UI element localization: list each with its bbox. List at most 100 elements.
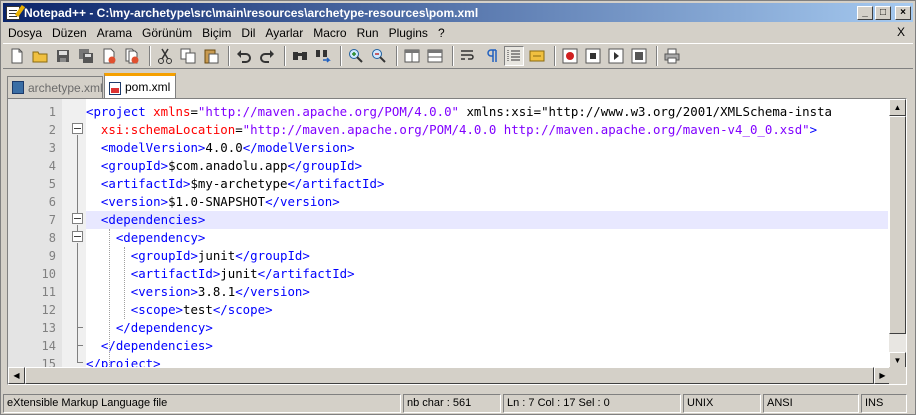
zoom-out-button[interactable] xyxy=(369,46,389,66)
code-line[interactable]: <dependency> xyxy=(86,229,888,247)
menu-dosya[interactable]: Dosya xyxy=(3,26,47,40)
print-button[interactable] xyxy=(662,46,682,66)
status-encoding: ANSI xyxy=(763,394,859,413)
sync-horizontal-button[interactable] xyxy=(425,46,445,66)
fold-toggle-dependencies[interactable] xyxy=(72,213,83,224)
find-icon xyxy=(293,52,307,60)
user-language-button[interactable] xyxy=(527,46,547,66)
indent-guide xyxy=(109,229,110,369)
new-file-button[interactable] xyxy=(7,46,27,66)
fold-toggle-project[interactable] xyxy=(72,123,83,134)
sync-vertical-button[interactable] xyxy=(402,46,422,66)
code-line[interactable]: xsi:schemaLocation="http://maven.apache.… xyxy=(86,121,888,139)
menu-bicim[interactable]: Biçim xyxy=(197,26,236,40)
find-button[interactable] xyxy=(290,46,310,66)
notepad-app-icon[interactable] xyxy=(6,5,20,20)
menu-macro[interactable]: Macro xyxy=(308,26,351,40)
line-number: 3 xyxy=(48,141,56,155)
close-file-button[interactable] xyxy=(99,46,119,66)
code-line[interactable]: <artifactId>junit</artifactId> xyxy=(86,265,888,283)
save-all-button[interactable] xyxy=(76,46,96,66)
close-document-button[interactable]: X xyxy=(897,25,905,39)
scroll-up-button[interactable]: ▲ xyxy=(889,99,906,116)
paste-button[interactable] xyxy=(201,46,221,66)
maximize-button[interactable]: □ xyxy=(875,5,891,20)
cut-button[interactable] xyxy=(155,46,175,66)
save-macro-button[interactable] xyxy=(629,46,649,66)
show-all-chars-icon xyxy=(487,49,497,62)
code-line[interactable]: <groupId>$com.anadolu.app</groupId> xyxy=(86,157,888,175)
tab-archetype-xml[interactable]: archetype.xml xyxy=(7,76,103,98)
code-line[interactable]: <artifactId>$my-archetype</artifactId> xyxy=(86,175,888,193)
indent-guide xyxy=(124,247,125,319)
minimize-button[interactable]: _ xyxy=(857,5,873,20)
scroll-left-button[interactable]: ◀ xyxy=(8,367,25,384)
fold-margin[interactable] xyxy=(62,99,86,369)
word-wrap-button[interactable] xyxy=(458,46,478,66)
status-cursor-position: Ln : 7 Col : 17 Sel : 0 xyxy=(503,394,681,413)
record-macro-button[interactable] xyxy=(560,46,580,66)
menu-help[interactable]: ? xyxy=(433,26,450,40)
status-eol-format: UNIX xyxy=(683,394,761,413)
show-all-chars-button[interactable] xyxy=(481,46,501,66)
code-line[interactable]: <scope>test</scope> xyxy=(86,301,888,319)
line-number: 10 xyxy=(41,267,56,281)
open-file-button[interactable] xyxy=(30,46,50,66)
redo-button[interactable] xyxy=(257,46,277,66)
close-all-icon xyxy=(125,48,139,64)
file-saved-icon xyxy=(12,81,24,94)
menu-gorunum[interactable]: Görünüm xyxy=(137,26,197,40)
title-bar[interactable]: Notepad++ - C:\my-archetype\src\main\res… xyxy=(3,3,913,22)
horizontal-scroll-thumb[interactable] xyxy=(25,367,874,384)
code-line[interactable]: </dependency> xyxy=(86,319,888,337)
close-all-button[interactable] xyxy=(122,46,142,66)
menu-ayarlar[interactable]: Ayarlar xyxy=(260,26,308,40)
stop-macro-button[interactable] xyxy=(583,46,603,66)
play-macro-button[interactable] xyxy=(606,46,626,66)
line-number: 5 xyxy=(48,177,56,191)
vertical-scrollbar[interactable]: ▲ ▼ xyxy=(889,99,906,369)
status-bar: eXtensible Markup Language file nb char … xyxy=(3,394,913,413)
line-number: 9 xyxy=(48,249,56,263)
status-char-count: nb char : 561 xyxy=(403,394,501,413)
code-line[interactable]: <project xmlns="http://maven.apache.org/… xyxy=(86,103,888,121)
menu-plugins[interactable]: Plugins xyxy=(384,26,433,40)
undo-button[interactable] xyxy=(234,46,254,66)
zoom-in-button[interactable] xyxy=(346,46,366,66)
save-button[interactable] xyxy=(53,46,73,66)
code-line[interactable]: <version>$1.0-SNAPSHOT</version> xyxy=(86,193,888,211)
notepad-window: Notepad++ - C:\my-archetype\src\main\res… xyxy=(0,0,916,415)
code-line[interactable]: </dependencies> xyxy=(86,337,888,355)
replace-button[interactable] xyxy=(313,46,333,66)
menu-arama[interactable]: Arama xyxy=(92,26,137,40)
fold-toggle-dependency[interactable] xyxy=(72,231,83,242)
fold-end-marker xyxy=(77,362,83,363)
toolbar xyxy=(3,43,913,69)
zoom-in-icon xyxy=(349,49,363,63)
line-number: 11 xyxy=(41,285,56,299)
code-line[interactable]: <version>3.8.1</version> xyxy=(86,283,888,301)
vertical-scroll-thumb[interactable] xyxy=(889,116,906,334)
horizontal-scrollbar[interactable]: ◀ ▶ xyxy=(8,367,891,384)
menu-dil[interactable]: Dil xyxy=(236,26,260,40)
toolbar-separator xyxy=(554,46,556,66)
line-number: 8 xyxy=(48,231,56,245)
status-insert-mode: INS xyxy=(861,394,907,413)
code-line[interactable]: <groupId>junit</groupId> xyxy=(86,247,888,265)
save-all-icon xyxy=(79,49,93,63)
indent-guide-button[interactable] xyxy=(504,46,524,66)
tab-label: pom.xml xyxy=(125,80,171,94)
code-line[interactable]: <modelVersion>4.0.0</modelVersion> xyxy=(86,139,888,157)
line-number: 6 xyxy=(48,195,56,209)
editor-pane[interactable]: 1 2 3 4 5 6 7 8 9 10 11 12 13 14 15 <project xmlns="ht… xyxy=(7,98,907,385)
code-area[interactable]: <project xmlns="http://maven.apache.org/… xyxy=(86,99,888,369)
code-line[interactable]: <dependencies> xyxy=(86,211,888,229)
copy-button[interactable] xyxy=(178,46,198,66)
tab-pom-xml[interactable]: pom.xml xyxy=(104,73,176,98)
close-window-button[interactable]: × xyxy=(895,5,911,20)
menu-duzen[interactable]: Düzen xyxy=(47,26,92,40)
paste-icon xyxy=(204,49,219,64)
line-number: 12 xyxy=(41,303,56,317)
save-icon xyxy=(57,50,69,62)
menu-run[interactable]: Run xyxy=(352,26,384,40)
